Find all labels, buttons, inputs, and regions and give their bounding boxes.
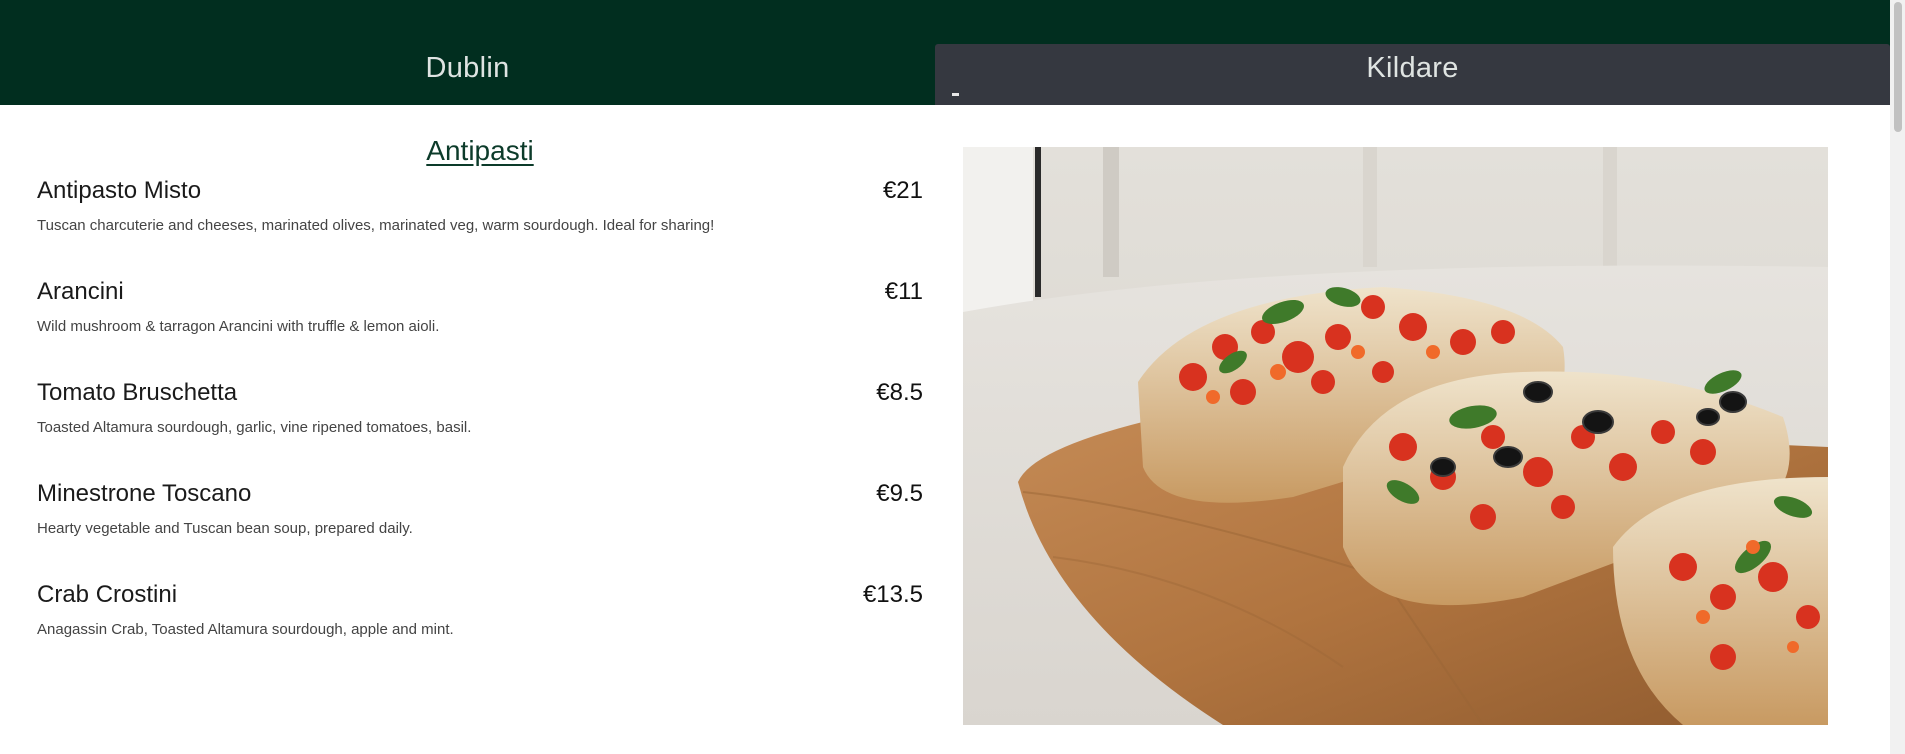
tab-dublin-label: Dublin [425,52,510,84]
menu-item-price: €21 [882,177,923,204]
menu-item-name: Minestrone Toscano [37,480,252,507]
scrollbar-thumb[interactable] [1894,2,1902,132]
menu-item-price: €13.5 [862,581,923,608]
bruschetta-photo [963,147,1828,725]
active-tab-marker [952,93,959,96]
menu-item-description: Toasted Altamura sourdough, garlic, vine… [37,419,472,436]
tab-dublin[interactable]: Dublin [0,44,935,105]
menu-item-description: Hearty vegetable and Tuscan bean soup, p… [37,520,413,537]
menu-item-price: €8.5 [876,379,923,406]
location-tab-bar: Dublin Kildare [0,0,1890,105]
menu-item-name: Antipasto Misto [37,177,202,204]
menu-item-description: Anagassin Crab, Toasted Altamura sourdou… [37,621,454,638]
menu-item-description: Tuscan charcuterie and cheeses, marinate… [37,217,715,234]
menu-item-description: Wild mushroom & tarragon Arancini with t… [37,318,440,335]
tab-kildare[interactable]: Kildare [935,44,1890,105]
tab-kildare-label: Kildare [1366,52,1459,84]
menu-item-price: €11 [884,278,923,305]
menu-item-price: €9.5 [876,480,923,507]
menu-item-name: Arancini [37,278,124,305]
menu-item-name: Crab Crostini [37,581,178,608]
section-title: Antipasti [426,135,534,166]
menu-item-name: Tomato Bruschetta [37,379,238,406]
page-scrollbar[interactable] [1890,0,1905,754]
